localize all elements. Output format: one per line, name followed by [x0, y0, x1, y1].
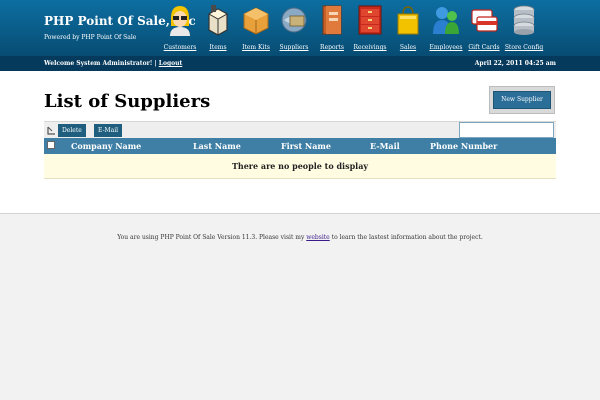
store-config-icon — [513, 5, 535, 35]
new-supplier-button[interactable]: New Supplier — [493, 91, 551, 109]
item-kits-icon — [243, 7, 269, 35]
col-company-name[interactable]: Company Name — [71, 141, 141, 151]
col-email[interactable]: E-Mail — [370, 141, 400, 151]
welcome-message: Welcome System Administrator! | Logout — [44, 60, 182, 67]
new-supplier-frame: New Supplier — [489, 86, 555, 114]
receivings-icon — [358, 5, 382, 35]
col-phone-number[interactable]: Phone Number — [430, 141, 497, 151]
nav-label: Gift Cards — [468, 44, 500, 51]
table-header: Company Name Last Name First Name E-Mail… — [44, 138, 556, 154]
items-icon — [207, 5, 229, 36]
empty-table-message: There are no people to display — [44, 154, 556, 179]
select-all-checkbox[interactable] — [47, 141, 55, 149]
logout-link[interactable]: Logout — [159, 60, 183, 67]
search-input[interactable] — [459, 122, 554, 138]
gift-cards-icon — [471, 9, 498, 32]
welcome-text: Welcome System Administrator! | — [44, 60, 159, 67]
main-nav: Customers Items Item Kits Suppliers Repo… — [162, 4, 600, 54]
col-first-name[interactable]: First Name — [281, 141, 331, 151]
select-arrow-icon — [47, 126, 55, 135]
table-toolbar: Delete E-Mail — [44, 121, 556, 138]
current-datetime: April 22, 2011 04:25 am — [474, 60, 556, 67]
website-link[interactable]: website — [306, 234, 330, 241]
nav-label: Store Config — [504, 44, 544, 51]
nav-store-config[interactable]: Store Config — [502, 4, 546, 54]
footer-text-before: You are using PHP Point Of Sale Version … — [117, 234, 307, 241]
footer: You are using PHP Point Of Sale Version … — [0, 234, 600, 241]
sales-icon — [397, 6, 419, 35]
footer-text-after: to learn the lastest information about t… — [329, 234, 483, 241]
col-last-name[interactable]: Last Name — [193, 141, 241, 151]
customers-icon — [170, 6, 190, 36]
nav-gift-cards[interactable]: Gift Cards — [462, 4, 506, 54]
employees-icon — [433, 7, 459, 34]
welcome-bar: Welcome System Administrator! | Logout A… — [0, 56, 600, 71]
suppliers-icon — [281, 7, 307, 33]
page-title: List of Suppliers — [44, 91, 211, 112]
app-header: PHP Point Of Sale, Inc Powered by PHP Po… — [0, 0, 600, 56]
content-area: List of Suppliers New Supplier Delete E-… — [0, 71, 600, 214]
reports-icon — [322, 5, 342, 35]
delete-button[interactable]: Delete — [58, 124, 86, 137]
email-button[interactable]: E-Mail — [94, 124, 123, 137]
